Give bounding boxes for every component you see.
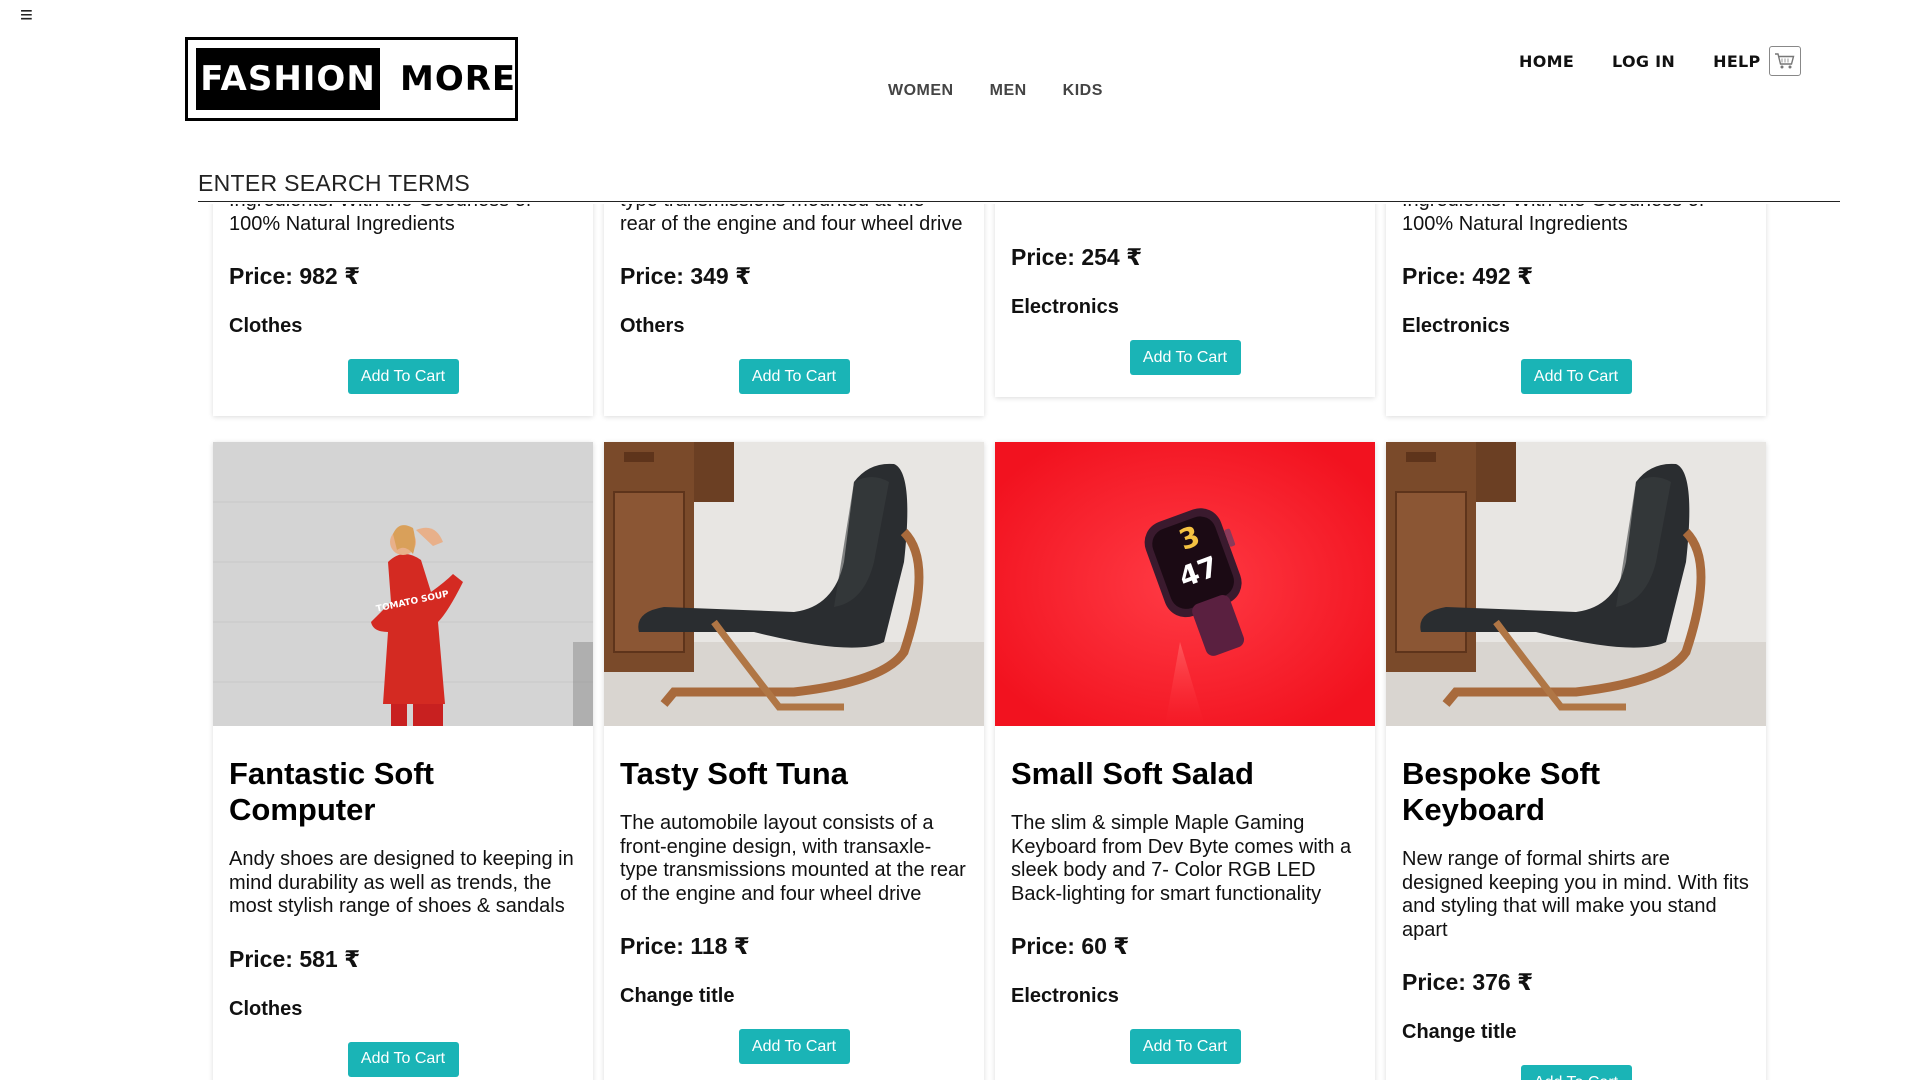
product-card: TOMATO SOUP Fantastic Soft Computer Andy… [213,442,593,1080]
cart-button[interactable] [1769,46,1801,76]
product-card: Price: 254 ₹ Electronics Add To Cart [995,204,1375,397]
product-price: Price: 376 ₹ [1402,969,1534,995]
product-image-smartwatch[interactable]: 3 47 [995,442,1375,726]
add-to-cart-button[interactable]: Add To Cart [738,1029,850,1064]
logo-more-text: MORE [400,59,517,99]
product-description: type transmissions mounted at the rear o… [620,204,963,235]
product-category: Clothes [229,315,303,337]
product-category: Electronics [1402,315,1510,337]
add-to-cart-button[interactable]: Add To Cart [1129,1029,1241,1064]
product-category: Change title [1402,1021,1517,1043]
product-title: Small Soft Salad [1011,756,1254,791]
top-nav: HOME LOG IN HELP [1519,52,1799,71]
product-price: Price: 982 ₹ [229,263,361,289]
product-price: Price: 349 ₹ [620,263,752,289]
add-to-cart-button[interactable]: Add To Cart [347,1041,459,1077]
product-card: Tasty Soft Tuna The automobile layout co… [604,442,984,1080]
product-card: Ingredients. With the Goodness of 100% N… [213,204,593,416]
product-price: Price: 60 ₹ [1011,933,1130,959]
add-to-cart-button[interactable]: Add To Cart [1520,359,1632,394]
product-price: Price: 492 ₹ [1402,263,1534,289]
shopping-cart-icon [1775,53,1795,69]
nav-kids[interactable]: KIDS [1063,82,1103,100]
nav-men[interactable]: MEN [990,82,1027,100]
product-image-woman-red-sweater[interactable]: TOMATO SOUP [213,442,593,726]
product-card: type transmissions mounted at the rear o… [604,204,984,416]
product-price: Price: 581 ₹ [229,945,361,972]
nav-login[interactable]: LOG IN [1612,52,1675,71]
product-grid: Ingredients. With the Goodness of 100% N… [0,204,1920,1080]
product-title: Tasty Soft Tuna [620,756,848,791]
product-category: Electronics [1011,985,1119,1007]
category-nav: WOMEN MEN KIDS [888,82,1139,100]
logo-fashion-text: FASHION [196,48,380,110]
product-title: Bespoke Soft Keyboard [1402,756,1601,827]
nav-home[interactable]: HOME [1519,52,1574,71]
product-image-black-armchair[interactable] [1386,442,1766,726]
product-description: Ingredients. With the Goodness of 100% N… [1402,204,1704,235]
product-card: Bespoke Soft Keyboard New range of forma… [1386,442,1766,1080]
add-to-cart-button[interactable]: Add To Cart [1520,1065,1632,1080]
product-card: 3 47 Small Soft Salad The slim & simple … [995,442,1375,1080]
nav-help[interactable]: HELP [1713,52,1760,71]
add-to-cart-button[interactable]: Add To Cart [738,359,850,394]
add-to-cart-button[interactable]: Add To Cart [347,359,459,394]
product-description: The slim & simple Maple Gaming Keyboard … [1011,812,1352,905]
product-image-black-armchair[interactable] [604,442,984,726]
hamburger-menu-icon[interactable]: ≡ [20,4,33,26]
product-description: New range of formal shirts are designed … [1402,848,1749,941]
product-price: Price: 254 ₹ [1011,244,1143,270]
nav-women[interactable]: WOMEN [888,82,954,100]
product-category: Change title [620,985,735,1007]
product-card: Ingredients. With the Goodness of 100% N… [1386,204,1766,416]
product-category: Clothes [229,997,303,1020]
product-title: Fantastic Soft Computer [229,756,434,827]
product-description: Andy shoes are designed to keeping in mi… [229,848,574,917]
product-description: The automobile layout consists of a fron… [620,812,966,905]
product-category: Electronics [1011,296,1119,318]
product-description: Ingredients. With the Goodness of 100% N… [229,204,531,235]
product-price: Price: 118 ₹ [620,933,750,959]
search-input[interactable] [198,168,1840,202]
product-category: Others [620,315,685,337]
add-to-cart-button[interactable]: Add To Cart [1129,340,1241,375]
fashion-more-logo[interactable]: FASHION MORE [185,37,518,121]
